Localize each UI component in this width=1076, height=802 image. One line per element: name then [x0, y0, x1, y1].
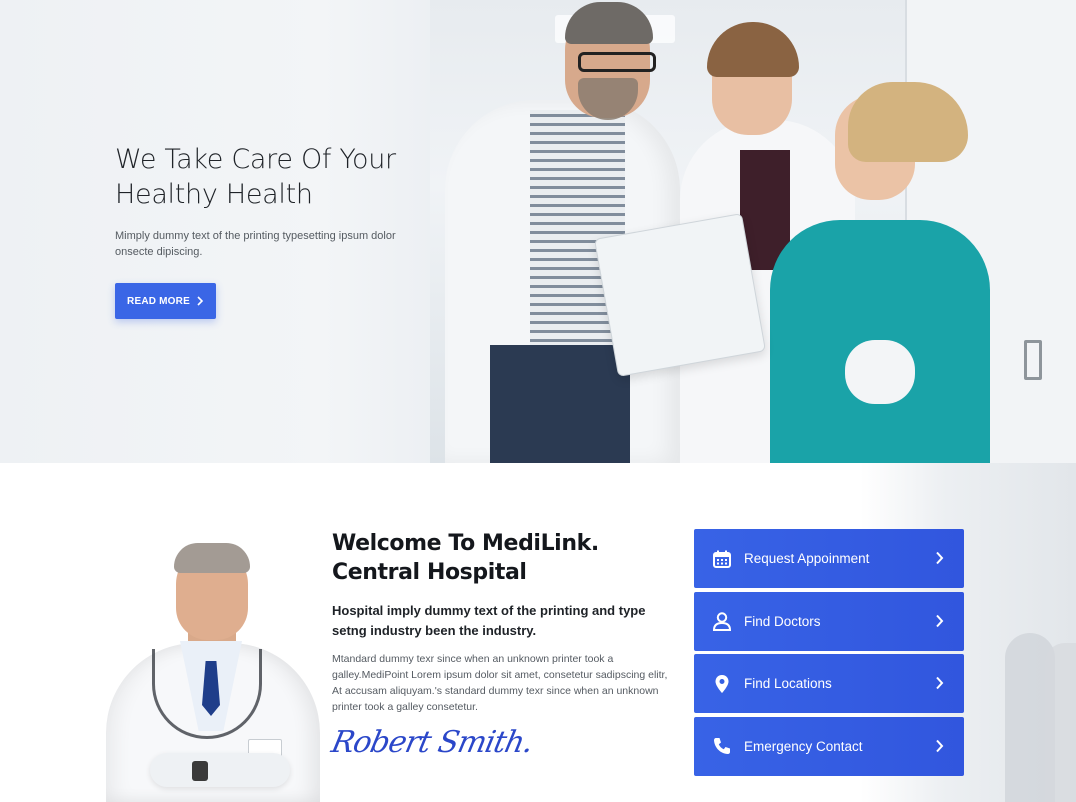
welcome-text-block: Welcome To MediLink. Central Hospital Ho…	[332, 529, 677, 715]
map-pin-icon	[712, 674, 732, 694]
background-figure	[1045, 643, 1076, 802]
find-locations-button[interactable]: Find Locations	[694, 654, 964, 713]
door-handle	[1024, 340, 1042, 380]
chevron-right-icon	[936, 739, 944, 752]
phone-icon	[712, 736, 732, 756]
hero-title-line1: We Take Care Of Your	[115, 144, 396, 175]
clipboard-image	[593, 213, 767, 377]
welcome-title-line2: Central Hospital	[332, 560, 527, 585]
portrait-hair	[174, 543, 250, 573]
welcome-title-line1: Welcome To MediLink.	[332, 531, 599, 556]
portrait-arms	[150, 753, 290, 787]
wristwatch	[192, 761, 208, 781]
request-appointment-button[interactable]: Request Appoinment	[694, 529, 964, 588]
emergency-contact-label: Emergency Contact	[744, 738, 863, 754]
nurse-sleeve	[845, 340, 915, 404]
find-locations-label: Find Locations	[744, 676, 832, 691]
hero-subtitle: Mimply dummy text of the printing typese…	[115, 230, 396, 258]
request-appointment-label: Request Appoinment	[744, 551, 870, 566]
chevron-right-icon	[936, 614, 944, 627]
welcome-section: Welcome To MediLink. Central Hospital Ho…	[0, 463, 1076, 802]
find-doctors-button[interactable]: Find Doctors	[694, 591, 964, 651]
welcome-body: Mtandard dummy texr since when an unknow…	[332, 653, 668, 713]
hero-text-block: We Take Care Of Your Healthy Health Mimp…	[115, 142, 435, 260]
chevron-right-icon	[936, 676, 944, 690]
hero-title: We Take Care Of Your Healthy Health	[115, 142, 435, 212]
quick-actions: Request Appoinment Find Doctors Find Loc…	[694, 529, 964, 779]
doctor-male-glasses	[578, 52, 656, 72]
calendar-icon	[712, 549, 732, 569]
chevron-right-icon	[197, 296, 204, 306]
read-more-label: READ MORE	[127, 295, 190, 307]
read-more-button[interactable]: READ MORE	[115, 283, 216, 319]
welcome-title: Welcome To MediLink. Central Hospital	[332, 529, 677, 587]
find-doctors-label: Find Doctors	[744, 613, 821, 629]
signature: Robert Smith.	[328, 725, 536, 760]
hero-title-line2: Healthy Health	[115, 179, 313, 210]
hero-banner: We Take Care Of Your Healthy Health Mimp…	[0, 0, 1076, 463]
chevron-right-icon	[936, 551, 944, 565]
welcome-lead: Hospital imply dummy text of the printin…	[332, 603, 646, 638]
doctor-male-pants	[490, 345, 630, 463]
emergency-contact-button[interactable]: Emergency Contact	[694, 716, 964, 776]
user-icon	[712, 611, 732, 631]
